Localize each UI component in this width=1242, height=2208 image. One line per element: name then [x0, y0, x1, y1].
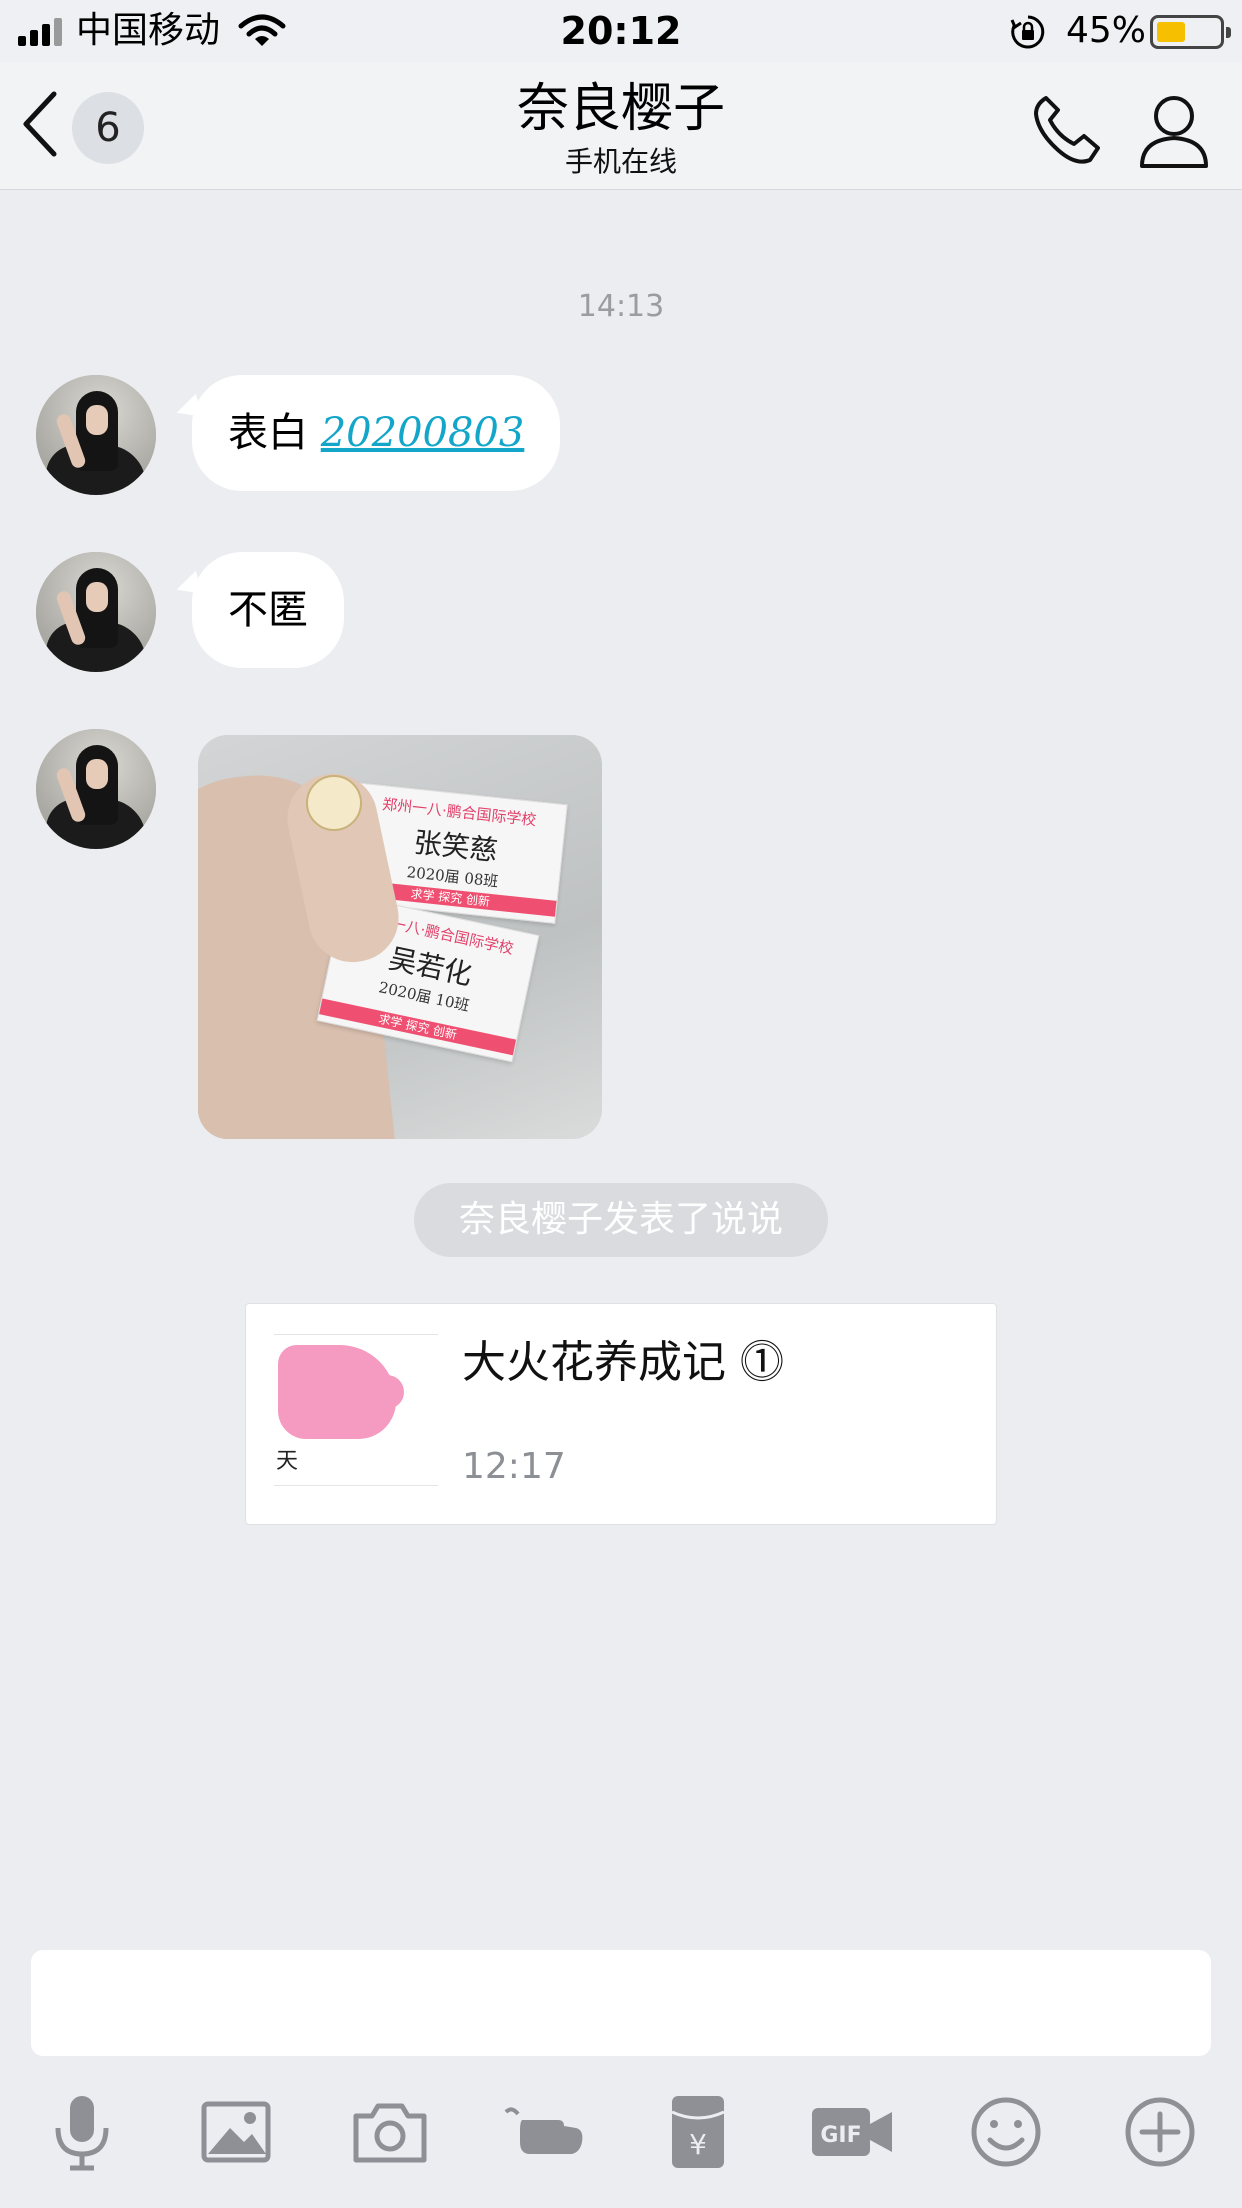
microphone-icon[interactable]: [40, 2090, 124, 2174]
post-thumbnail: 天: [274, 1334, 438, 1486]
svg-text:GIF: GIF: [820, 2123, 861, 2148]
message-link[interactable]: 20200803: [321, 410, 525, 456]
phone-icon[interactable]: [1028, 92, 1104, 168]
image-icon[interactable]: [194, 2090, 278, 2174]
person-icon[interactable]: [1136, 90, 1212, 170]
contact-avatar[interactable]: [36, 375, 156, 495]
clock: 20:12: [560, 9, 682, 53]
post-card[interactable]: 天 大火花养成记 ⓵ 12:17: [245, 1303, 997, 1525]
camera-icon[interactable]: [348, 2090, 432, 2174]
status-bar: 中国移动 20:12 45%: [0, 0, 1242, 62]
contact-avatar[interactable]: [36, 552, 156, 672]
message-bubble[interactable]: 表白 20200803: [192, 375, 561, 491]
input-toolbar: ¥ GIF: [0, 2090, 1242, 2180]
cat-sticker-icon: [306, 775, 362, 831]
svg-text:¥: ¥: [689, 2128, 707, 2161]
post-time: 12:17: [462, 1446, 566, 1487]
battery-icon: [1150, 15, 1231, 49]
battery-percent: 45%: [1066, 10, 1147, 51]
chat-area[interactable]: 14:13 表白 20200803 不匿 郑州一八·鹏合国际学校 张笑慈 202…: [0, 191, 1242, 1941]
plus-icon[interactable]: [1118, 2090, 1202, 2174]
emoji-icon[interactable]: [964, 2090, 1048, 2174]
chat-header: 6 奈良樱子 手机在线: [0, 62, 1242, 190]
message-text: 不匿: [228, 587, 308, 633]
message-text: 表白: [228, 410, 308, 456]
message-input[interactable]: [31, 1950, 1211, 2056]
photo-message[interactable]: 郑州一八·鹏合国际学校 张笑慈 2020届 08班 求学 探究 创新 郑州一八·…: [198, 735, 602, 1139]
rotation-lock-icon: [1010, 15, 1045, 49]
poke-icon[interactable]: [502, 2090, 586, 2174]
post-title: 大火花养成记 ⓵: [462, 1337, 784, 1388]
gif-icon[interactable]: GIF: [810, 2090, 894, 2174]
message-timestamp: 14:13: [577, 289, 665, 324]
system-notice[interactable]: 奈良樱子发表了说说: [414, 1183, 828, 1257]
red-packet-icon[interactable]: ¥: [656, 2090, 740, 2174]
contact-avatar[interactable]: [36, 729, 156, 849]
message-bubble[interactable]: 不匿: [192, 552, 344, 668]
